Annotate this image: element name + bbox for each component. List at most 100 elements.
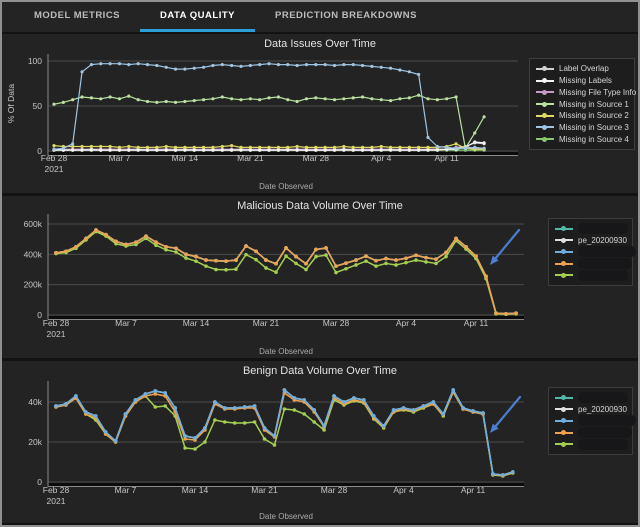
legend-item[interactable]: pe_20200930 — [555, 404, 626, 416]
legend-marker — [536, 138, 554, 140]
legend-benign-volume: pe_20200930 — [548, 387, 633, 455]
y-tick-label: 0 — [37, 477, 42, 487]
legend-marker — [536, 91, 554, 93]
legend-marker — [555, 251, 573, 253]
legend-label: pe_20200930 — [578, 405, 627, 414]
legend-label-redacted — [578, 246, 636, 257]
legend-item[interactable] — [555, 392, 626, 404]
x-tick-label: Mar 14 — [172, 153, 199, 163]
y-tick-label: 200k — [24, 280, 43, 290]
x-tick-label: Mar 7 — [115, 485, 137, 495]
x-tick-label: Mar 28 — [303, 153, 330, 163]
x-tick-label: Mar 7 — [109, 153, 131, 163]
series-line — [56, 230, 516, 314]
x-tick-year-label: 2021 — [47, 329, 66, 339]
x-tick-label: Mar 21 — [253, 318, 280, 328]
legend-label-redacted — [578, 223, 628, 234]
y-tick-label: 100 — [28, 56, 42, 66]
legend-item[interactable] — [555, 258, 626, 270]
legend-label-redacted — [578, 415, 636, 426]
legend-item[interactable]: Missing in Source 3 — [536, 122, 628, 134]
legend-label: Missing in Source 2 — [559, 111, 629, 120]
chart-title: Benign Data Volume Over Time — [2, 365, 638, 377]
legend-marker — [555, 263, 573, 265]
legend-marker — [555, 408, 573, 410]
series-line — [56, 390, 513, 475]
x-axis-label: Date Observed — [48, 182, 524, 191]
chart-title: Malicious Data Volume Over Time — [2, 200, 638, 212]
x-tick-label: Apr 11 — [434, 153, 459, 163]
malicious-volume-chart[interactable]: 0200k400k600kFeb 28Mar 7Mar 14Mar 21Mar … — [2, 196, 638, 358]
panel-data-issues: 050100Feb 28Mar 7Mar 14Mar 21Mar 28Apr 4… — [2, 34, 638, 193]
legend-marker — [555, 239, 573, 241]
x-tick-year-label: 2021 — [45, 164, 64, 174]
y-tick-label: 20k — [28, 437, 42, 447]
legend-item[interactable] — [555, 269, 626, 281]
x-tick-label: Mar 21 — [251, 485, 278, 495]
legend-label: Missing in Source 1 — [559, 100, 629, 109]
legend-item[interactable]: Missing in Source 1 — [536, 98, 628, 110]
legend-malicious-volume: pe_20200930 — [548, 218, 633, 286]
legend-label: Missing in Source 4 — [559, 135, 629, 144]
y-tick-label: 40k — [28, 397, 42, 407]
legend-label-redacted — [578, 258, 632, 269]
tab-model-metrics[interactable]: MODEL METRICS — [14, 2, 140, 32]
x-tick-label: Apr 4 — [396, 318, 417, 328]
legend-marker — [536, 115, 554, 117]
x-tick-label: Apr 4 — [393, 485, 414, 495]
legend-label-redacted — [578, 392, 628, 403]
legend-item[interactable]: Missing in Source 2 — [536, 110, 628, 122]
legend-item[interactable]: pe_20200930 — [555, 235, 626, 247]
legend-marker — [536, 103, 554, 105]
x-tick-label: Apr 11 — [461, 485, 486, 495]
legend-item[interactable] — [555, 438, 626, 450]
y-tick-label: 600k — [24, 219, 43, 229]
legend-label-redacted — [578, 270, 628, 281]
legend-item[interactable] — [555, 223, 626, 235]
y-tick-label: 400k — [24, 249, 43, 259]
y-tick-label: 50 — [33, 101, 43, 111]
x-tick-label: Apr 11 — [464, 318, 489, 328]
series-line — [56, 230, 516, 314]
legend-label: pe_20200930 — [578, 236, 627, 245]
legend-item[interactable] — [555, 415, 626, 427]
x-tick-label: Mar 28 — [321, 485, 348, 495]
series-line — [56, 392, 513, 476]
panel-malicious-volume: 0200k400k600kFeb 28Mar 7Mar 14Mar 21Mar … — [2, 196, 638, 358]
y-tick-label: 0 — [37, 310, 42, 320]
legend-marker — [555, 432, 573, 434]
legend-label: Missing Labels — [559, 76, 612, 85]
x-axis-label: Date Observed — [48, 347, 524, 356]
tab-prediction-breakdowns[interactable]: PREDICTION BREAKDOWNS — [255, 2, 437, 32]
x-tick-label: Mar 28 — [323, 318, 350, 328]
legend-item[interactable] — [555, 427, 626, 439]
legend-label: Missing in Source 3 — [559, 123, 629, 132]
x-tick-label: Mar 21 — [237, 153, 264, 163]
x-tick-label: Mar 14 — [183, 318, 210, 328]
legend-item[interactable] — [555, 246, 626, 258]
legend-item[interactable]: Missing Labels — [536, 75, 628, 87]
legend-label-redacted — [578, 427, 632, 438]
legend-marker — [536, 80, 554, 82]
dashboard-window: MODEL METRICS DATA QUALITY PREDICTION BR… — [0, 0, 640, 527]
tab-data-quality[interactable]: DATA QUALITY — [140, 2, 255, 32]
legend-marker — [536, 126, 554, 128]
x-tick-label: Mar 14 — [182, 485, 209, 495]
y-axis-label: % Of Data — [6, 84, 16, 123]
x-tick-label: Feb 28 — [41, 153, 68, 163]
legend-marker — [555, 228, 573, 230]
series-line — [56, 390, 513, 475]
legend-item[interactable]: Label Overlap — [536, 63, 628, 75]
x-tick-label: Feb 28 — [43, 485, 70, 495]
chart-title: Data Issues Over Time — [2, 38, 638, 50]
legend-marker — [555, 443, 573, 445]
series-line — [56, 230, 516, 314]
annotation-arrow — [494, 230, 519, 260]
legend-item[interactable]: Missing File Type Info — [536, 86, 628, 98]
legend-item[interactable]: Missing in Source 4 — [536, 133, 628, 145]
series-line — [54, 95, 484, 148]
tab-bar: MODEL METRICS DATA QUALITY PREDICTION BR… — [2, 2, 638, 32]
benign-volume-chart[interactable]: 0 20k 40k Feb 28 Mar 7 Mar 14 Mar 21 Mar 28 Apr … — [2, 361, 638, 523]
legend-marker — [536, 68, 554, 70]
x-axis-label: Date Observed — [48, 512, 524, 521]
